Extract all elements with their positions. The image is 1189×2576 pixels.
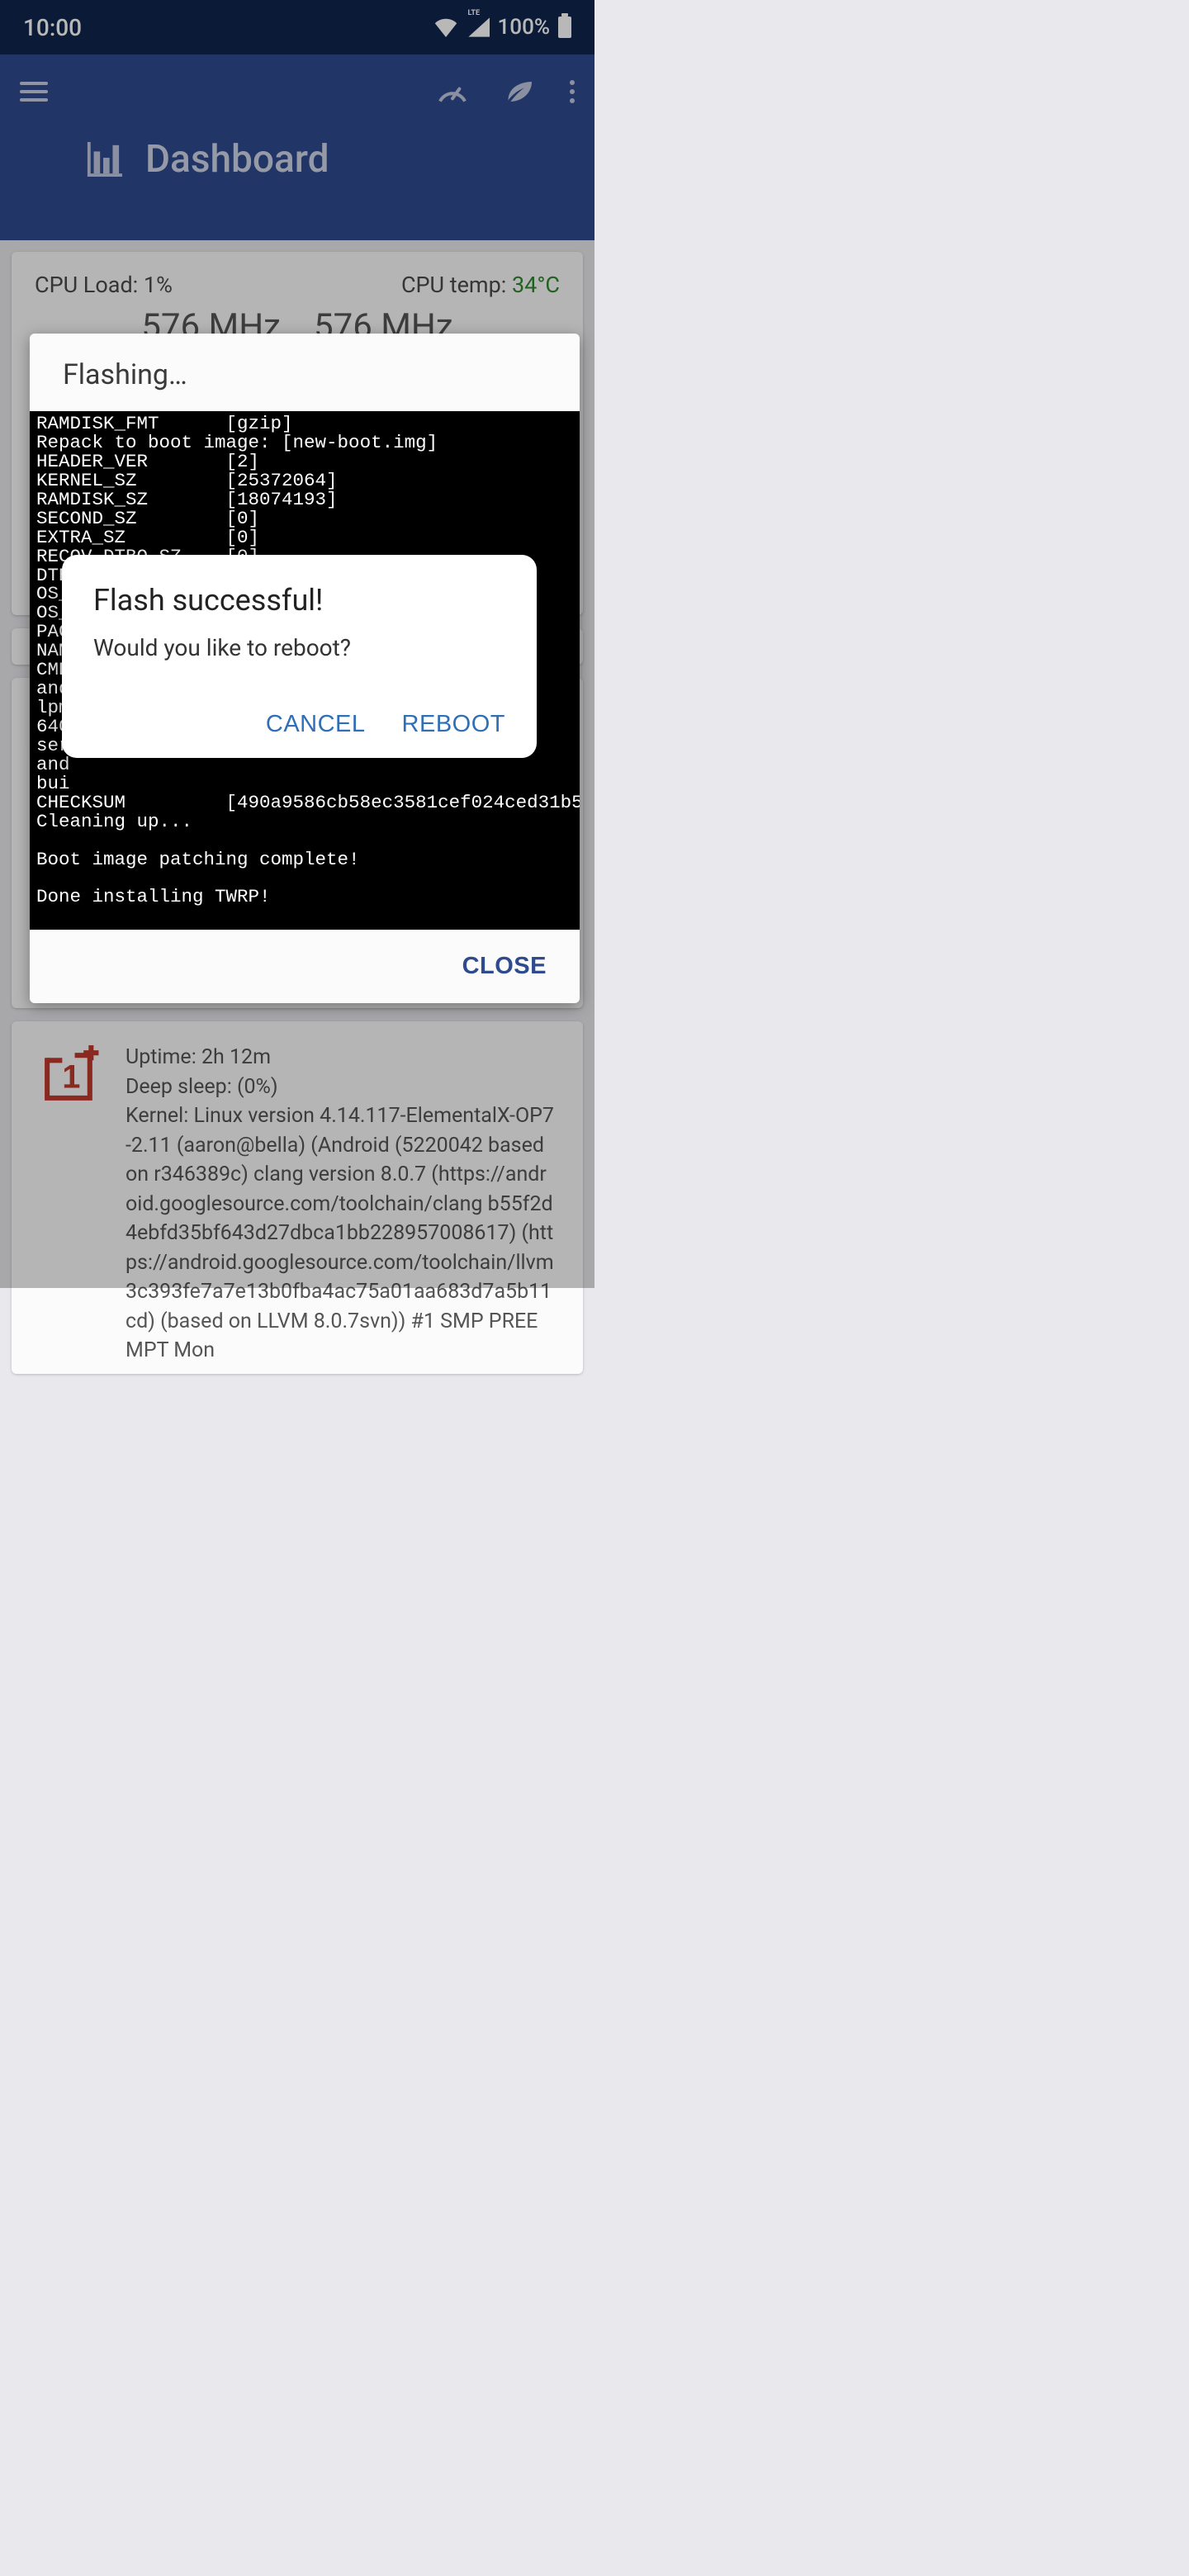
reboot-button[interactable]: REBOOT: [402, 711, 505, 738]
cancel-button[interactable]: CANCEL: [266, 711, 366, 738]
flashing-title: Flashing…: [30, 334, 580, 411]
alert-message: Would you like to reboot?: [93, 634, 505, 661]
reboot-dialog: Flash successful! Would you like to rebo…: [62, 555, 537, 758]
alert-title: Flash successful!: [93, 583, 505, 618]
close-button[interactable]: CLOSE: [462, 953, 547, 980]
